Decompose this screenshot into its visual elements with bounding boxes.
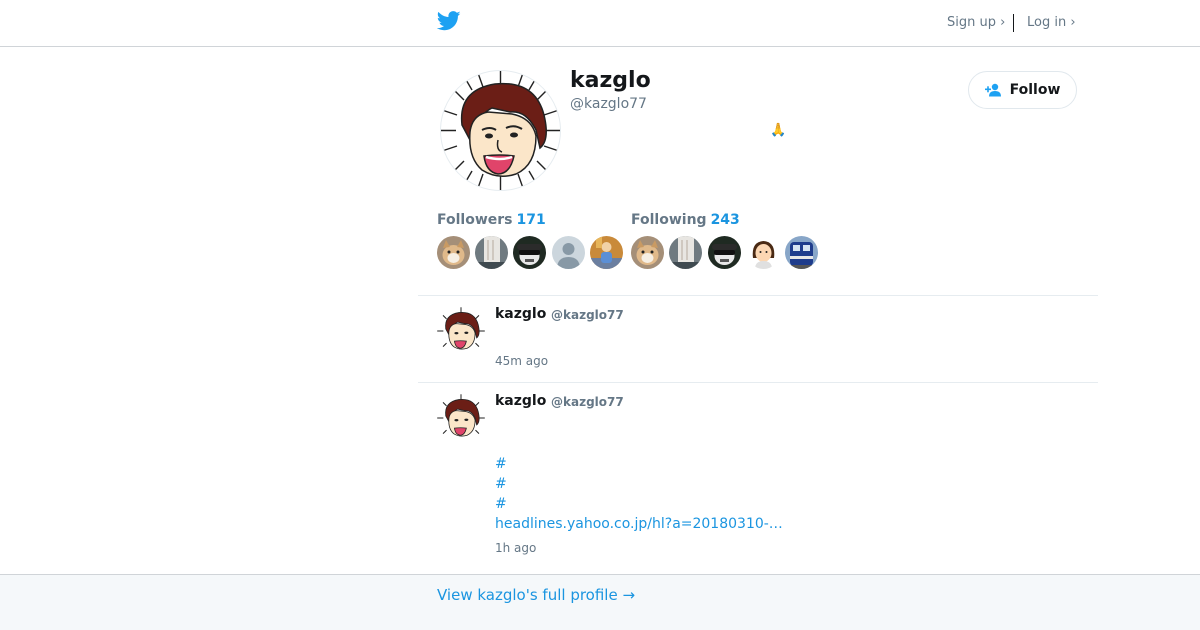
following-avatar[interactable] — [785, 236, 818, 269]
tweet-author-handle[interactable]: @kazglo77 — [551, 308, 624, 322]
tweet-divider — [418, 382, 1098, 383]
twitter-bird-icon[interactable] — [437, 11, 461, 31]
following-avatar[interactable] — [708, 236, 741, 269]
tweet-avatar[interactable] — [437, 394, 485, 442]
follower-avatar[interactable] — [437, 236, 470, 269]
followers-count: 171 — [516, 212, 546, 228]
footer: View kazglo's full profile → — [0, 574, 1200, 630]
following-avatar[interactable] — [631, 236, 664, 269]
tweet-timestamp[interactable]: 1h ago — [495, 541, 536, 555]
top-bar: Sign up › Log in › — [0, 0, 1200, 47]
following-avatar[interactable] — [669, 236, 702, 269]
follow-button[interactable]: Follow — [968, 71, 1077, 109]
tweet-avatar[interactable] — [437, 307, 485, 355]
signup-link[interactable]: Sign up › — [947, 15, 1005, 30]
follower-avatar[interactable] — [475, 236, 508, 269]
tweet-author-name[interactable]: kazglo — [495, 306, 546, 322]
followers-stat[interactable]: Followers 171 — [437, 212, 546, 228]
tweet-url-link[interactable]: headlines.yahoo.co.jp/hl?a=20180310-… — [495, 516, 783, 532]
tweet-author-name[interactable]: kazglo — [495, 393, 546, 409]
tweet-timestamp[interactable]: 45m ago — [495, 354, 548, 368]
hashtag-link[interactable]: # — [495, 456, 507, 472]
following-label: Following — [631, 212, 707, 228]
hashtag-link[interactable]: # — [495, 496, 507, 512]
following-stat[interactable]: Following 243 — [631, 212, 740, 228]
follower-avatar[interactable] — [552, 236, 585, 269]
login-link[interactable]: Log in › — [1027, 15, 1076, 30]
profile-handle: @kazglo77 — [570, 96, 647, 112]
followers-label: Followers — [437, 212, 513, 228]
following-avatar[interactable] — [747, 236, 780, 269]
profile-avatar[interactable] — [440, 70, 561, 191]
hashtag-link[interactable]: # — [495, 476, 507, 492]
add-user-icon — [984, 83, 1001, 97]
follower-avatar[interactable] — [590, 236, 623, 269]
following-count: 243 — [710, 212, 740, 228]
profile-bio: 🙏 — [770, 123, 787, 138]
follower-avatar[interactable] — [513, 236, 546, 269]
header-divider — [1013, 14, 1014, 32]
tweet-divider — [418, 295, 1098, 296]
view-full-profile-link[interactable]: View kazglo's full profile → — [437, 586, 635, 604]
profile-name: kazglo — [570, 68, 651, 93]
follow-button-label: Follow — [1009, 82, 1061, 98]
tweet-author-handle[interactable]: @kazglo77 — [551, 395, 624, 409]
